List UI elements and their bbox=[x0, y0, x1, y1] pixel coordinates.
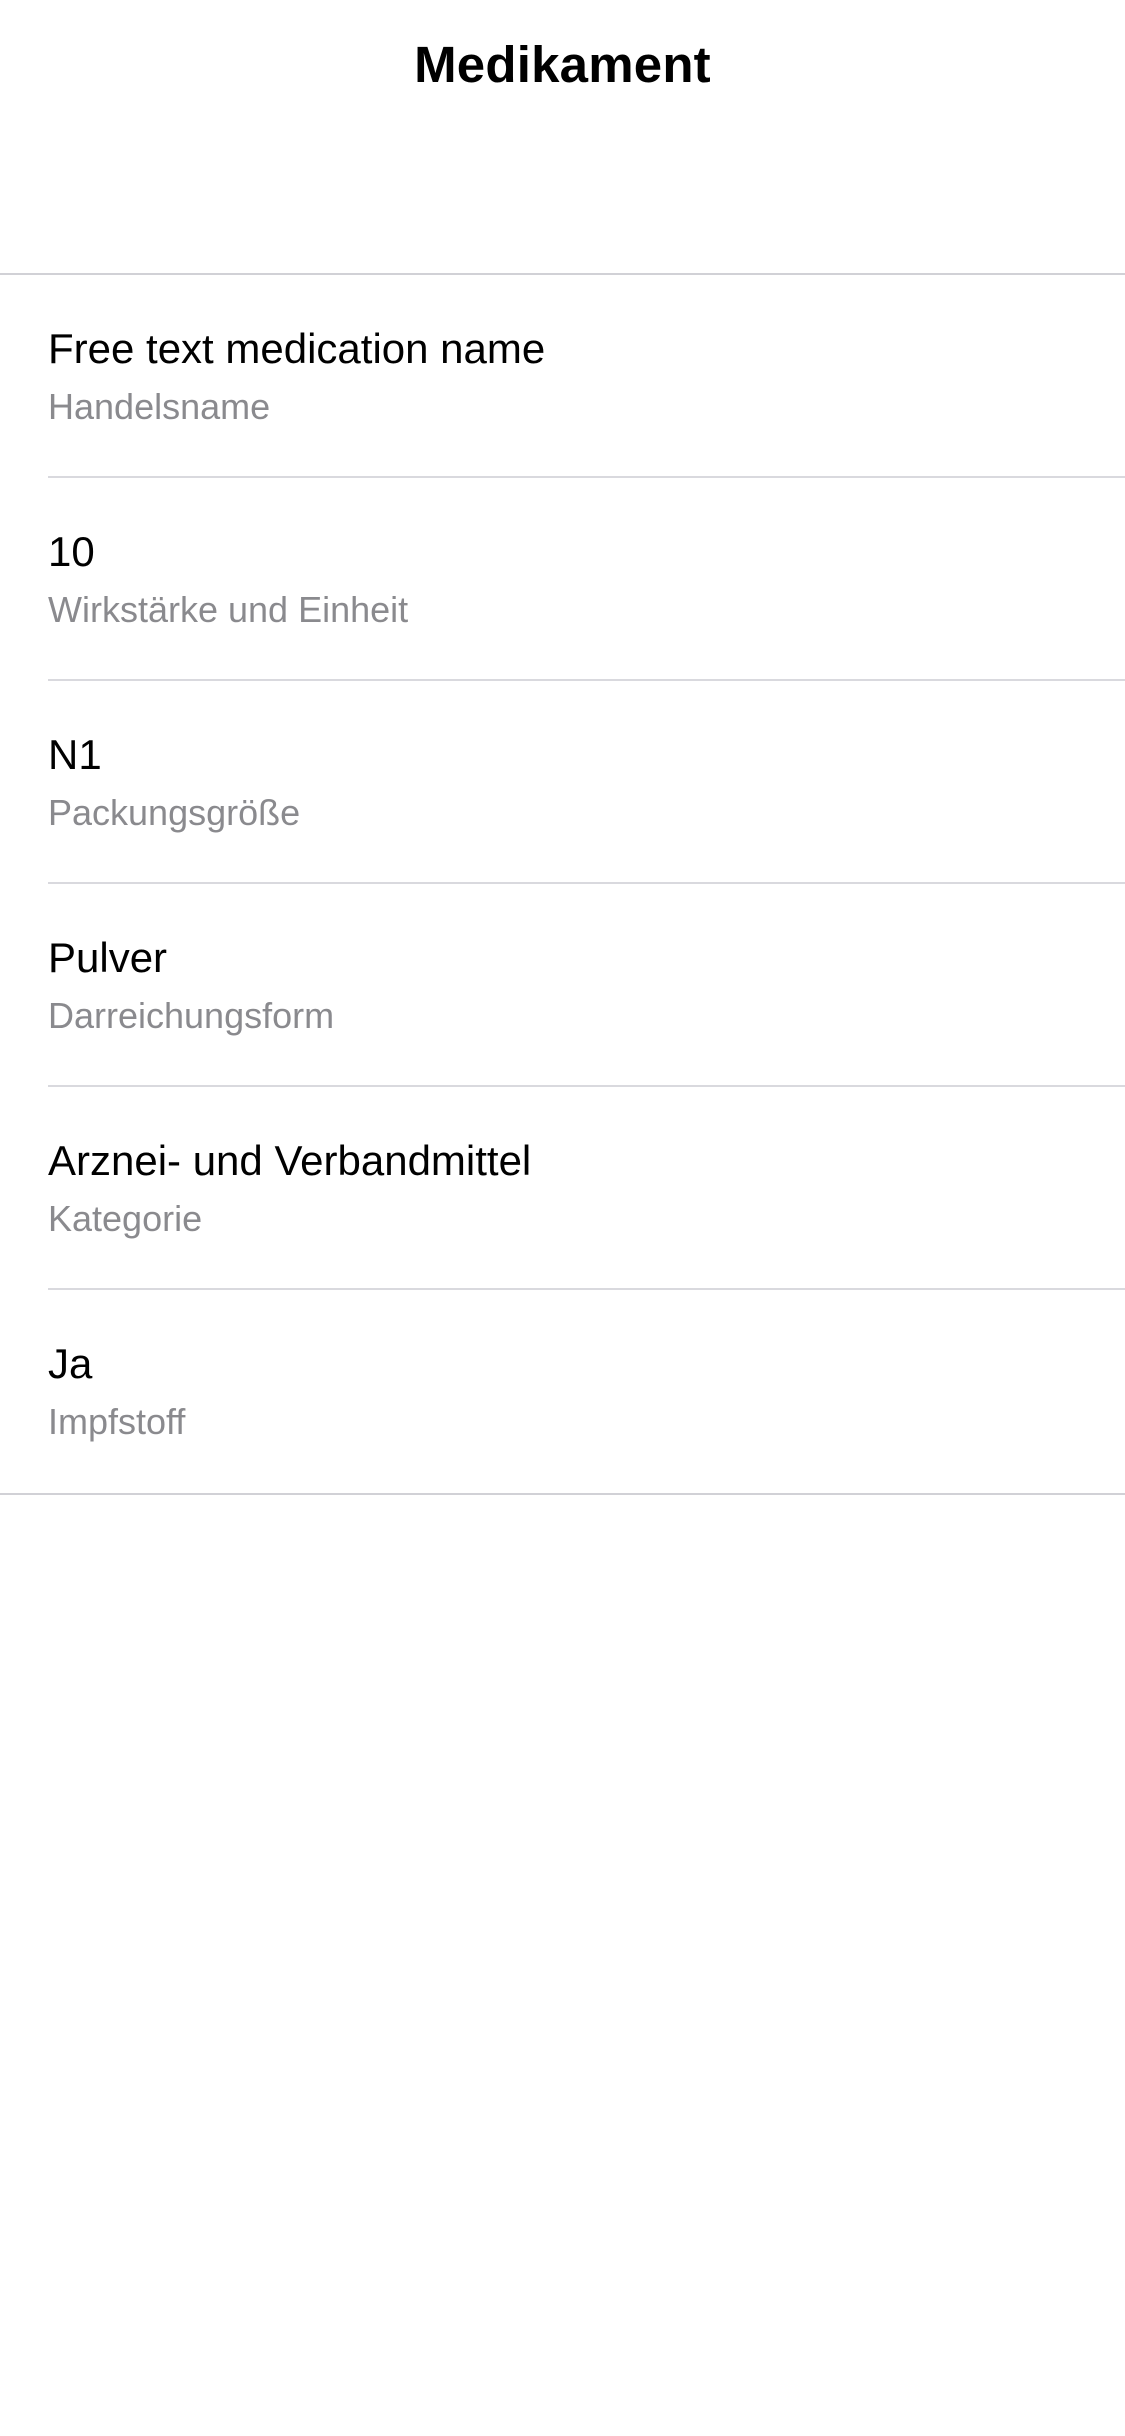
category-value: Arznei- und Verbandmittel bbox=[48, 1137, 532, 1184]
category-label: Kategorie bbox=[48, 1198, 203, 1239]
package-size-label: Packungsgröße bbox=[48, 792, 301, 833]
package-size-value: N1 bbox=[48, 731, 102, 778]
list-item-trade-name[interactable]: Free text medication name Handelsname bbox=[48, 275, 1125, 478]
page-title: Medikament bbox=[414, 36, 711, 93]
list-item-vaccine[interactable]: Ja Impfstoff bbox=[48, 1290, 1125, 1493]
trade-name-value: Free text medication name bbox=[48, 325, 546, 372]
strength-label: Wirkstärke und Einheit bbox=[48, 589, 409, 630]
strength-value: 10 bbox=[48, 528, 95, 575]
vaccine-value: Ja bbox=[48, 1340, 93, 1387]
list-item-strength[interactable]: 10 Wirkstärke und Einheit bbox=[48, 478, 1125, 681]
navigation-bar: Medikament bbox=[0, 0, 1125, 273]
list-item-category[interactable]: Arznei- und Verbandmittel Kategorie bbox=[48, 1087, 1125, 1290]
list-item-package-size[interactable]: N1 Packungsgröße bbox=[48, 681, 1125, 884]
trade-name-label: Handelsname bbox=[48, 386, 271, 427]
medication-details-list: Free text medication name Handelsname 10… bbox=[0, 273, 1125, 1495]
list-item-dosage-form[interactable]: Pulver Darreichungsform bbox=[48, 884, 1125, 1087]
dosage-form-label: Darreichungsform bbox=[48, 995, 335, 1036]
vaccine-label: Impfstoff bbox=[48, 1401, 186, 1442]
dosage-form-value: Pulver bbox=[48, 934, 168, 981]
